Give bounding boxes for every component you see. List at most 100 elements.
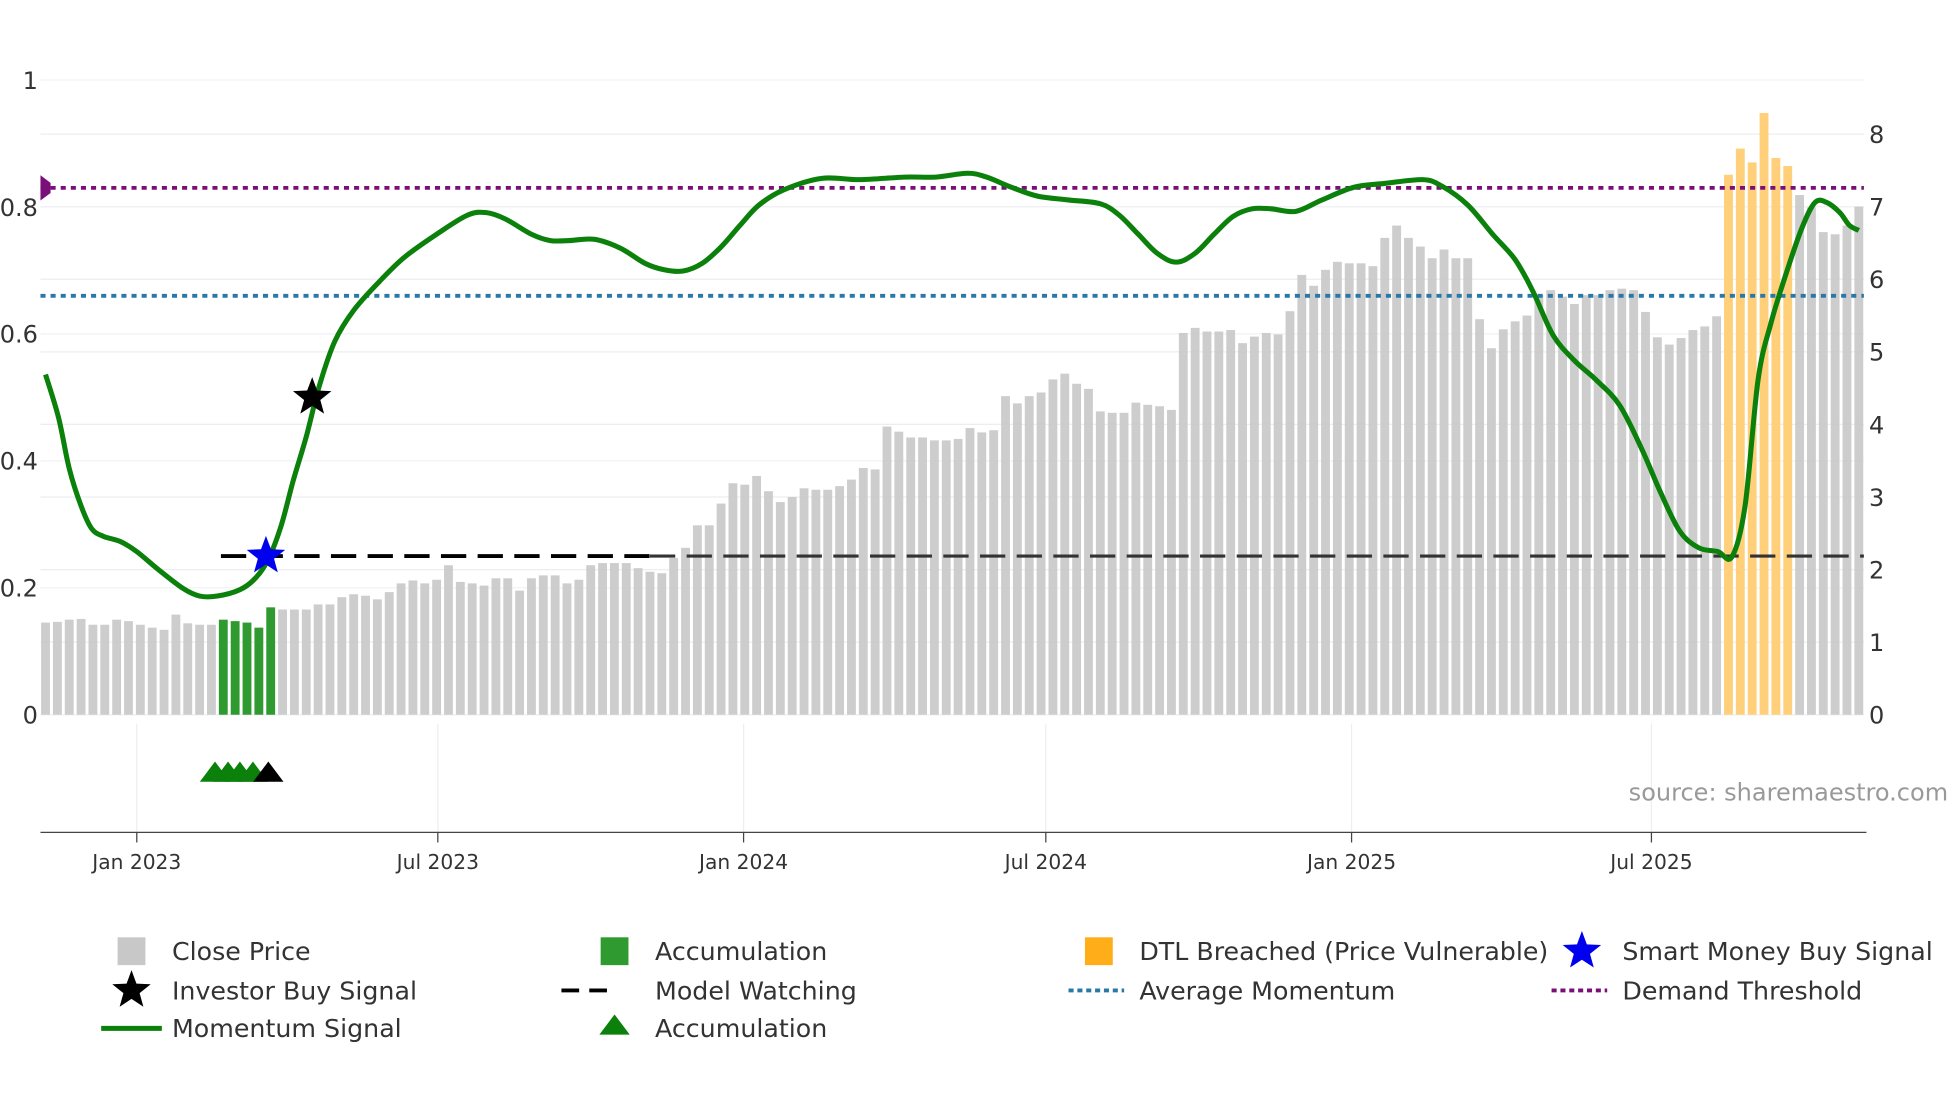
close-price-bar bbox=[147, 627, 157, 715]
legend-item: Close Price bbox=[117, 937, 311, 966]
close-price-bar bbox=[313, 604, 323, 715]
close-price-bar bbox=[301, 609, 311, 715]
legend-item: Accumulation bbox=[599, 1014, 827, 1043]
close-price-bar bbox=[1048, 379, 1058, 715]
orange-square-icon bbox=[1084, 937, 1113, 966]
close-price-bar bbox=[941, 440, 951, 715]
close-price-bar bbox=[183, 623, 193, 715]
close-price-bar bbox=[337, 597, 347, 715]
close-price-bar bbox=[1581, 295, 1591, 715]
close-price-bar bbox=[1475, 319, 1485, 715]
close-price-bar bbox=[396, 583, 406, 715]
legend-item: Momentum Signal bbox=[101, 1014, 402, 1043]
legend-item: Demand Threshold bbox=[1551, 976, 1862, 1005]
legend-label: Accumulation bbox=[655, 937, 827, 966]
close-price-bar bbox=[1060, 373, 1070, 715]
close-price-bar bbox=[633, 568, 643, 715]
right-axis-tick-label: 7 bbox=[1869, 194, 1884, 222]
legend-item: DTL Breached (Price Vulnerable) bbox=[1084, 937, 1548, 966]
close-price-bar bbox=[171, 614, 181, 715]
close-price-bar bbox=[1510, 321, 1520, 715]
source-label: source: sharemaestro.com bbox=[1629, 779, 1948, 807]
close-price-bar bbox=[586, 565, 596, 715]
close-price-bar bbox=[1012, 403, 1022, 715]
legend-label: DTL Breached (Price Vulnerable) bbox=[1139, 937, 1548, 966]
close-price-bar bbox=[1617, 288, 1627, 715]
close-price-bar bbox=[124, 621, 133, 715]
close-price-bar bbox=[1155, 406, 1165, 715]
close-price-bar bbox=[1427, 258, 1437, 715]
close-price-bar bbox=[515, 590, 525, 715]
close-price-bar bbox=[728, 483, 738, 715]
close-price-bar bbox=[1238, 343, 1247, 715]
legend-label: Investor Buy Signal bbox=[172, 976, 417, 1005]
momentum-chart: 0 0.2 0.4 0.6 0.8 1 0 1 2 3 4 5 6 7 8 Jan 2023 Jul 2023 J… bbox=[0, 67, 1948, 1043]
close-price-bar bbox=[1558, 296, 1567, 715]
close-price-bar bbox=[562, 583, 572, 715]
close-price-bar bbox=[645, 571, 655, 715]
close-price-bar bbox=[823, 489, 833, 715]
close-price-bar bbox=[550, 575, 560, 715]
close-price-bar bbox=[1273, 334, 1283, 715]
close-price-bar bbox=[1261, 332, 1271, 715]
close-price-bar bbox=[1344, 263, 1354, 715]
close-price-bar bbox=[1641, 311, 1650, 715]
close-price-bar bbox=[1214, 331, 1224, 715]
close-price-bar bbox=[870, 469, 880, 715]
close-price-bar bbox=[1664, 344, 1674, 715]
close-price-bar bbox=[349, 594, 359, 715]
close-price-bar bbox=[1807, 207, 1816, 715]
dtl-breached-bar bbox=[1724, 174, 1733, 715]
left-axis-tick-label: 0 bbox=[23, 702, 38, 730]
left-axis-tick-label: 0.4 bbox=[0, 448, 38, 476]
close-price-bar bbox=[799, 488, 809, 715]
accumulation-bar bbox=[254, 627, 264, 715]
close-price-bar bbox=[278, 609, 287, 715]
legend-label: Close Price bbox=[172, 937, 311, 966]
close-price-bar bbox=[1202, 331, 1212, 715]
right-axis-tick-label: 0 bbox=[1869, 702, 1884, 730]
close-price-bar bbox=[787, 497, 797, 715]
close-price-bar bbox=[574, 579, 584, 715]
close-price-bar bbox=[1498, 329, 1508, 715]
close-price-bar bbox=[1522, 315, 1532, 715]
close-price-bar bbox=[621, 563, 631, 715]
close-price-bar bbox=[100, 624, 110, 715]
close-price-bar bbox=[1190, 327, 1200, 715]
close-price-bar bbox=[112, 619, 122, 715]
close-price-bar bbox=[384, 592, 394, 715]
close-price-bar bbox=[64, 619, 74, 715]
legend-label: Demand Threshold bbox=[1622, 976, 1862, 1005]
close-price-bar bbox=[811, 489, 821, 715]
close-price-bar bbox=[657, 573, 667, 715]
legend-item: Average Momentum bbox=[1068, 976, 1395, 1005]
close-price-bar bbox=[681, 547, 690, 715]
x-axis-tick-label: Jul 2024 bbox=[1003, 850, 1087, 874]
close-price-bar bbox=[965, 428, 975, 715]
close-price-bar bbox=[1178, 332, 1188, 715]
close-price-bar bbox=[1297, 274, 1307, 715]
close-price-bar bbox=[1451, 258, 1461, 715]
right-axis-tick-label: 3 bbox=[1869, 484, 1884, 512]
close-price-bar bbox=[598, 563, 607, 715]
close-price-bar bbox=[1652, 337, 1662, 715]
close-price-bar bbox=[41, 622, 50, 715]
x-axis-tick-label: Jul 2023 bbox=[395, 850, 479, 874]
signal-markers bbox=[199, 377, 332, 782]
right-axis-tick-label: 4 bbox=[1869, 411, 1884, 439]
legend-item: Investor Buy Signal bbox=[112, 970, 417, 1007]
close-price-bar bbox=[752, 475, 762, 715]
close-price-bar bbox=[408, 580, 418, 715]
demand-threshold-marker bbox=[40, 175, 51, 201]
x-axis-tick-label: Jan 2025 bbox=[1305, 850, 1396, 874]
close-price-bar bbox=[432, 579, 442, 715]
close-price-bar bbox=[1854, 206, 1864, 715]
right-axis-tick-label: 8 bbox=[1869, 121, 1884, 149]
dtl-breached-bar bbox=[1759, 113, 1769, 715]
close-price-bar bbox=[76, 618, 86, 715]
close-price-bar bbox=[527, 578, 536, 715]
legend-item: Smart Money Buy Signal bbox=[1562, 930, 1933, 968]
close-price-bar bbox=[538, 575, 548, 715]
close-price-bar bbox=[444, 565, 453, 715]
accumulation-bar bbox=[230, 621, 240, 715]
